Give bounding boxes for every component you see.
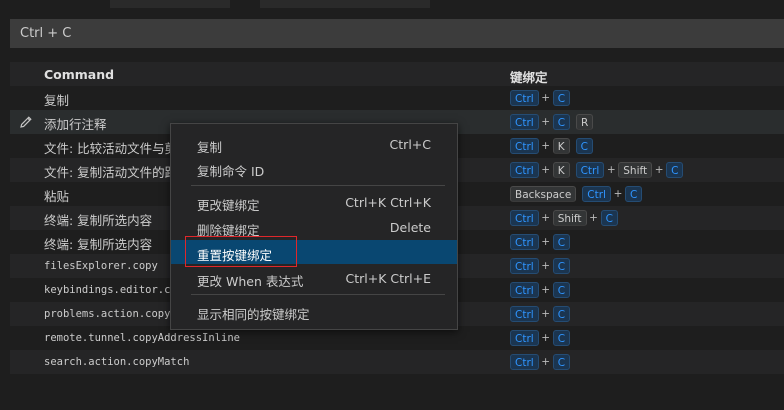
command-name: 文件: 复制活动文件的路 xyxy=(44,165,178,180)
key-cap: C xyxy=(552,306,571,322)
keybinding-keys: Ctrl + C xyxy=(510,305,571,323)
key-plus: + xyxy=(541,140,551,152)
command-name: 终端: 复制所选内容 xyxy=(44,213,153,228)
key-cap: Ctrl xyxy=(510,210,539,226)
key-cap: C xyxy=(552,114,571,130)
key-cap: Ctrl xyxy=(510,114,539,130)
context-menu: 复制 Ctrl+C 复制命令 ID 更改键绑定 Ctrl+K Ctrl+K 删除… xyxy=(170,123,458,330)
menu-item-shortcut: Ctrl+K Ctrl+K xyxy=(345,195,431,210)
keybinding-keys: Ctrl + C R xyxy=(510,113,594,131)
column-header-command: Command xyxy=(44,67,115,82)
keybinding-keys: Ctrl + C xyxy=(510,257,571,275)
table-header: Command 键绑定 xyxy=(10,62,784,86)
key-cap: K xyxy=(552,138,570,154)
search-value: Ctrl + C xyxy=(20,26,72,41)
key-plus: + xyxy=(541,92,551,104)
keybinding-keys: Ctrl + C xyxy=(510,281,571,299)
menu-item-label: 更改 When 表达式 xyxy=(197,274,304,289)
menu-item-label: 显示相同的按键绑定 xyxy=(197,307,310,322)
key-cap: C xyxy=(552,354,571,370)
key-plus: + xyxy=(541,212,551,224)
table-row[interactable]: search.action.copyMatch Ctrl + C xyxy=(10,350,784,374)
menu-item-change-when-expression[interactable]: 更改 When 表达式 Ctrl+K Ctrl+E xyxy=(171,266,457,290)
key-cap: C xyxy=(600,210,618,226)
key-cap: Ctrl xyxy=(575,162,605,178)
command-name: 终端: 复制所选内容 xyxy=(44,237,153,252)
menu-item-copy[interactable]: 复制 Ctrl+C xyxy=(171,132,457,156)
menu-item-label: 复制命令 ID xyxy=(197,164,265,179)
key-plus: + xyxy=(541,332,551,344)
key-cap: C xyxy=(575,138,593,154)
key-cap: C xyxy=(552,234,571,250)
key-cap: R xyxy=(576,114,594,130)
key-plus: + xyxy=(541,236,551,248)
key-cap: Ctrl xyxy=(510,354,539,370)
keybinding-keys: Ctrl + K C xyxy=(510,137,593,155)
command-name: remote.tunnel.copyAddressInline xyxy=(44,332,240,344)
key-plus: + xyxy=(613,188,623,200)
command-name: 复制 xyxy=(44,93,70,108)
key-cap: C xyxy=(624,186,643,202)
command-name: keybindings.editor.c xyxy=(44,284,171,296)
key-plus: + xyxy=(654,164,664,176)
key-plus: + xyxy=(589,212,598,224)
menu-item-label: 更改键绑定 xyxy=(197,198,260,213)
keybinding-keys: Ctrl + Shift + C xyxy=(510,209,618,227)
key-plus: + xyxy=(541,116,551,128)
menu-item-shortcut: Ctrl+C xyxy=(389,137,431,152)
key-cap: Backspace xyxy=(510,186,577,202)
keybinding-keys: Ctrl + C xyxy=(510,233,571,251)
command-name: search.action.copyMatch xyxy=(44,356,190,368)
key-cap: Ctrl xyxy=(510,282,539,298)
key-plus: + xyxy=(541,260,551,272)
menu-item-shortcut: Delete xyxy=(389,220,431,235)
key-cap: Shift xyxy=(552,210,587,226)
key-cap: Ctrl xyxy=(510,234,539,250)
key-cap: C xyxy=(552,258,571,274)
pencil-icon[interactable] xyxy=(18,114,34,130)
keybinding-keys: Ctrl + C xyxy=(510,353,571,371)
key-cap: C xyxy=(552,330,571,346)
keybinding-keys: Ctrl + C xyxy=(510,89,571,107)
highlight-annotation-box xyxy=(185,236,297,267)
command-name: filesExplorer.copy xyxy=(44,260,158,272)
key-plus: + xyxy=(541,356,551,368)
top-tab[interactable] xyxy=(110,0,230,8)
key-plus: + xyxy=(606,164,616,176)
key-plus: + xyxy=(541,164,551,176)
key-plus: + xyxy=(541,284,551,296)
command-name: problems.action.copy xyxy=(44,308,171,320)
key-cap: Ctrl xyxy=(510,138,539,154)
key-cap: C xyxy=(666,162,684,178)
key-cap: Ctrl xyxy=(510,330,539,346)
keybinding-search-input[interactable]: Ctrl + C xyxy=(10,19,784,48)
key-cap: C xyxy=(552,282,571,298)
key-cap: Ctrl xyxy=(510,258,539,274)
column-header-keybinding: 键绑定 xyxy=(510,70,548,85)
menu-item-copy-command-id[interactable]: 复制命令 ID xyxy=(171,156,457,180)
menu-item-change-keybinding[interactable]: 更改键绑定 Ctrl+K Ctrl+K xyxy=(171,190,457,214)
key-cap: Ctrl xyxy=(510,306,539,322)
menu-item-label: 复制 xyxy=(197,140,223,155)
menu-separator xyxy=(191,294,445,295)
keybinding-keys: Ctrl + C xyxy=(510,329,571,347)
menu-separator xyxy=(191,185,445,186)
table-row[interactable]: 复制 Ctrl + C xyxy=(10,86,784,110)
key-cap: Ctrl xyxy=(582,186,611,202)
menu-item-show-same-keybindings[interactable]: 显示相同的按键绑定 xyxy=(171,299,457,323)
command-name: 文件: 比较活动文件与剪 xyxy=(44,141,178,156)
key-cap: Shift xyxy=(618,162,653,178)
keybinding-keys: Backspace Ctrl + C xyxy=(510,185,643,203)
key-cap: Ctrl xyxy=(510,90,539,106)
menu-item-shortcut: Ctrl+K Ctrl+E xyxy=(345,271,432,286)
keybinding-keys: Ctrl + K Ctrl + Shift + C xyxy=(510,161,684,179)
command-name: 粘贴 xyxy=(44,189,70,204)
key-plus: + xyxy=(541,308,551,320)
top-tab[interactable] xyxy=(260,0,430,8)
key-cap: C xyxy=(552,90,571,106)
command-name: 添加行注释 xyxy=(44,117,107,132)
top-tab-strip xyxy=(0,0,784,8)
key-cap: Ctrl xyxy=(510,162,539,178)
key-cap: K xyxy=(552,162,570,178)
